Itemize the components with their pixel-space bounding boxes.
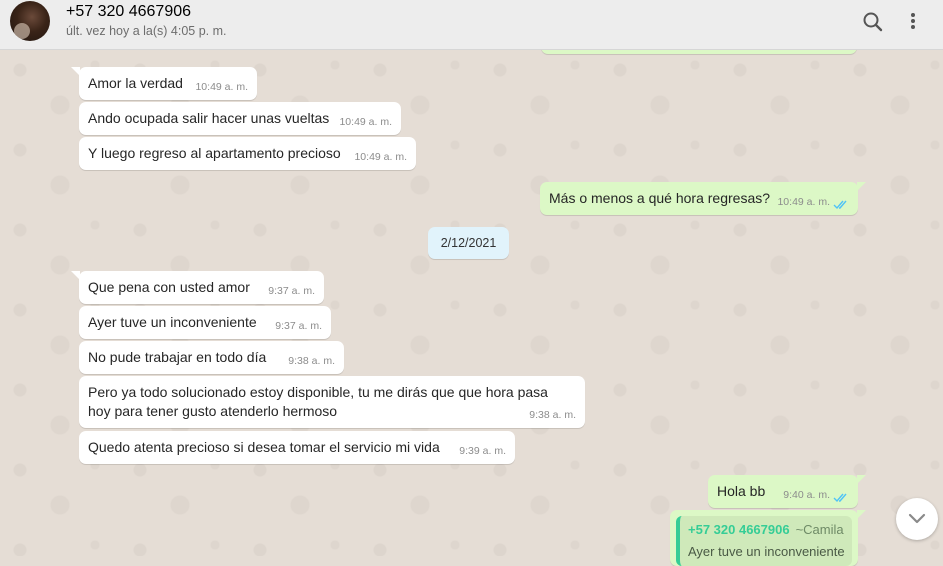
message-bubble-incoming[interactable]: Amor la verdad 10:49 a. m.	[71, 67, 257, 100]
last-seen-status: últ. vez hoy a la(s) 4:05 p. m.	[66, 24, 227, 38]
scroll-to-bottom-button[interactable]	[896, 498, 938, 540]
message-time: 9:40 a. m.	[783, 489, 830, 501]
message-bubble-incoming[interactable]: Que pena con usted amor 9:37 a. m.	[71, 271, 324, 304]
message-time: 10:49 a. m.	[777, 196, 830, 208]
message-time: 10:49 a. m.	[195, 81, 248, 93]
message-time: 9:39 a. m.	[459, 445, 506, 457]
message-time: 9:38 a. m.	[529, 409, 576, 421]
quoted-message[interactable]: +57 320 4667906 ~Camila Ayer tuve un inco…	[676, 516, 852, 566]
bubble-tail	[71, 271, 80, 280]
message-bubble-incoming[interactable]: Pero ya todo solucionado estoy disponibl…	[79, 376, 585, 428]
menu-icon[interactable]	[900, 10, 926, 36]
message-time: 10:49 a. m.	[339, 116, 392, 128]
message-bubble-incoming[interactable]: Ayer tuve un inconveniente 9:37 a. m.	[79, 306, 331, 339]
read-ticks-icon	[833, 200, 847, 210]
quoted-text: Ayer tuve un inconveniente	[688, 544, 845, 559]
message-time: 10:49 a. m.	[354, 151, 407, 163]
message-time: 9:38 a. m.	[288, 355, 335, 367]
message-bubble-outgoing[interactable]: Hola bb 9:40 a. m.	[708, 475, 866, 508]
message-bubble-outgoing[interactable]: Más o menos a qué hora regresas? 10:49 a…	[540, 182, 866, 215]
bubble-tail	[71, 67, 80, 76]
message-time: 9:37 a. m.	[268, 285, 315, 297]
search-icon[interactable]	[860, 10, 886, 36]
quoted-alias: ~Camila	[795, 522, 844, 537]
message-bubble-incoming[interactable]: Y luego regreso al apartamento precioso …	[79, 137, 416, 170]
message-text: Pero ya todo solucionado estoy disponibl…	[88, 384, 548, 419]
contact-name[interactable]: +57 320 4667906	[66, 3, 191, 21]
read-ticks-icon	[833, 493, 847, 503]
bubble-tail	[857, 182, 866, 191]
message-time: 9:37 a. m.	[275, 320, 322, 332]
message-bubble-incoming[interactable]: Quedo atenta precioso si desea tomar el …	[79, 431, 515, 464]
avatar[interactable]	[10, 1, 50, 41]
chevron-down-icon	[908, 513, 926, 524]
bubble-tail	[857, 510, 866, 519]
chat-header[interactable]: +57 320 4667906 últ. vez hoy a la(s) 4:0…	[0, 0, 943, 50]
date-separator: 2/12/2021	[428, 227, 509, 259]
message-bubble-incoming[interactable]: Ando ocupada salir hacer unas vueltas 10…	[79, 102, 401, 135]
bubble-tail	[857, 475, 866, 484]
quoted-author: +57 320 4667906 ~Camila	[688, 522, 844, 537]
message-bubble-incoming[interactable]: No pude trabajar en todo día 9:38 a. m.	[79, 341, 344, 374]
message-text: Quedo atenta precioso si desea tomar el …	[88, 439, 440, 455]
message-bubble-outgoing-reply[interactable]: +57 320 4667906 ~Camila Ayer tuve un inco…	[670, 510, 866, 566]
